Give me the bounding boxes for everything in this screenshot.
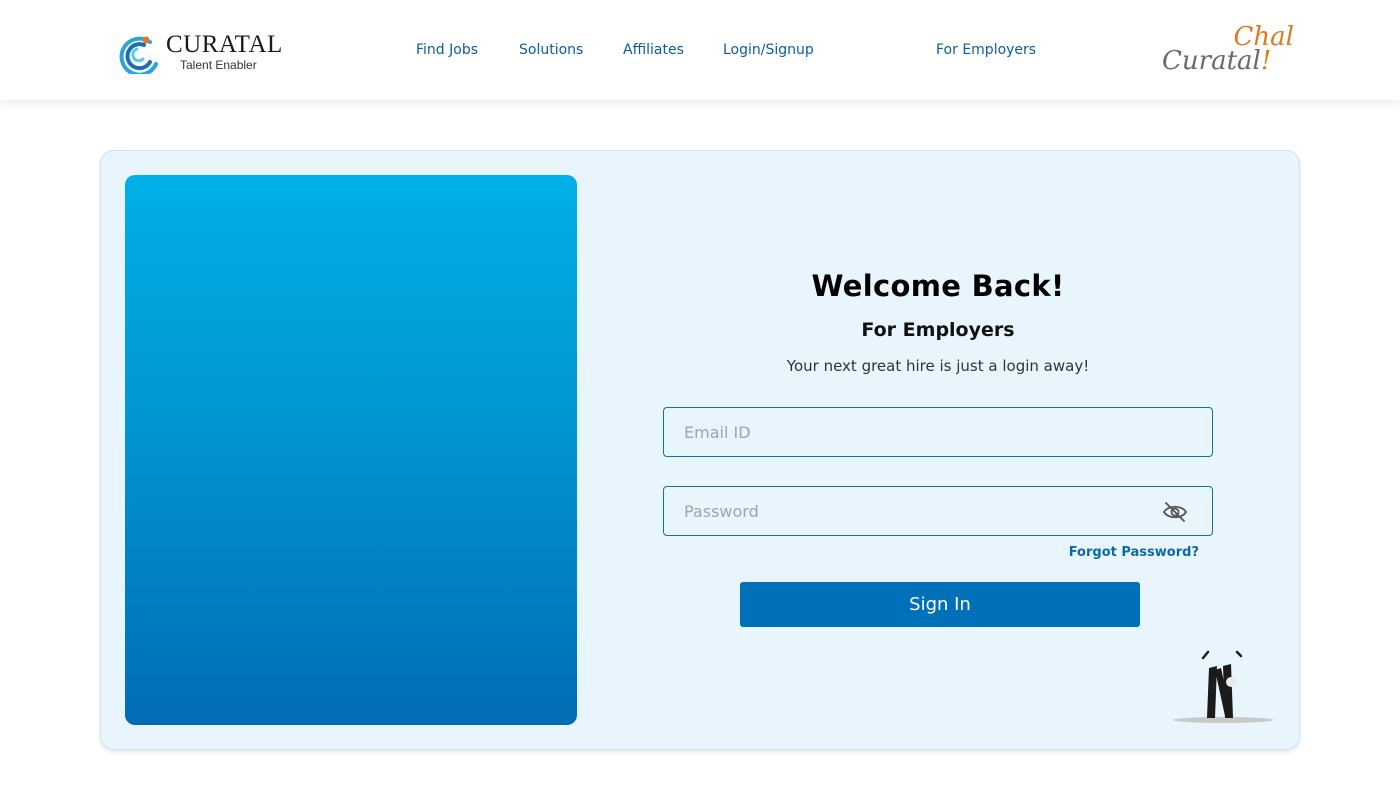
- curatal-logo-icon: [119, 36, 158, 74]
- email-field[interactable]: [664, 408, 1212, 456]
- login-subtitle: For Employers: [861, 319, 1015, 341]
- nav-for-employers[interactable]: For Employers: [936, 42, 1036, 58]
- brand-exclamation: !: [1260, 46, 1272, 76]
- password-field[interactable]: [664, 487, 1212, 535]
- gradient-image-panel: [125, 175, 577, 725]
- nav-affiliates[interactable]: Affiliates: [623, 42, 684, 58]
- nav-login-signup[interactable]: Login/Signup: [723, 42, 814, 58]
- login-tagline: Your next great hire is just a login awa…: [786, 357, 1090, 375]
- brand-curatal-text: Curatal!: [1162, 46, 1271, 76]
- page-title: Welcome Back!: [811, 269, 1065, 303]
- nav-solutions[interactable]: Solutions: [519, 42, 583, 58]
- sign-in-button[interactable]: Sign In: [740, 582, 1140, 627]
- site-header: CURATAL Talent Enabler Find Jobs Solutio…: [0, 0, 1400, 100]
- person-illustration: [1171, 646, 1275, 726]
- logo-name: CURATAL: [166, 31, 283, 58]
- password-field-wrapper: [663, 486, 1213, 536]
- curatal-logo[interactable]: CURATAL Talent Enabler: [110, 28, 283, 74]
- nav-find-jobs[interactable]: Find Jobs: [416, 42, 478, 58]
- eye-off-icon[interactable]: [1162, 500, 1188, 524]
- logo-tagline: Talent Enabler: [180, 58, 257, 72]
- chal-curatal-brand: Chal Curatal!: [1160, 22, 1300, 82]
- login-card: Welcome Back! For Employers Your next gr…: [100, 150, 1300, 750]
- forgot-password-link[interactable]: Forgot Password?: [1069, 545, 1199, 560]
- login-form: Welcome Back! For Employers Your next gr…: [663, 151, 1213, 751]
- email-field-wrapper: [663, 407, 1213, 457]
- brand-curatal-word: Curatal: [1162, 46, 1261, 76]
